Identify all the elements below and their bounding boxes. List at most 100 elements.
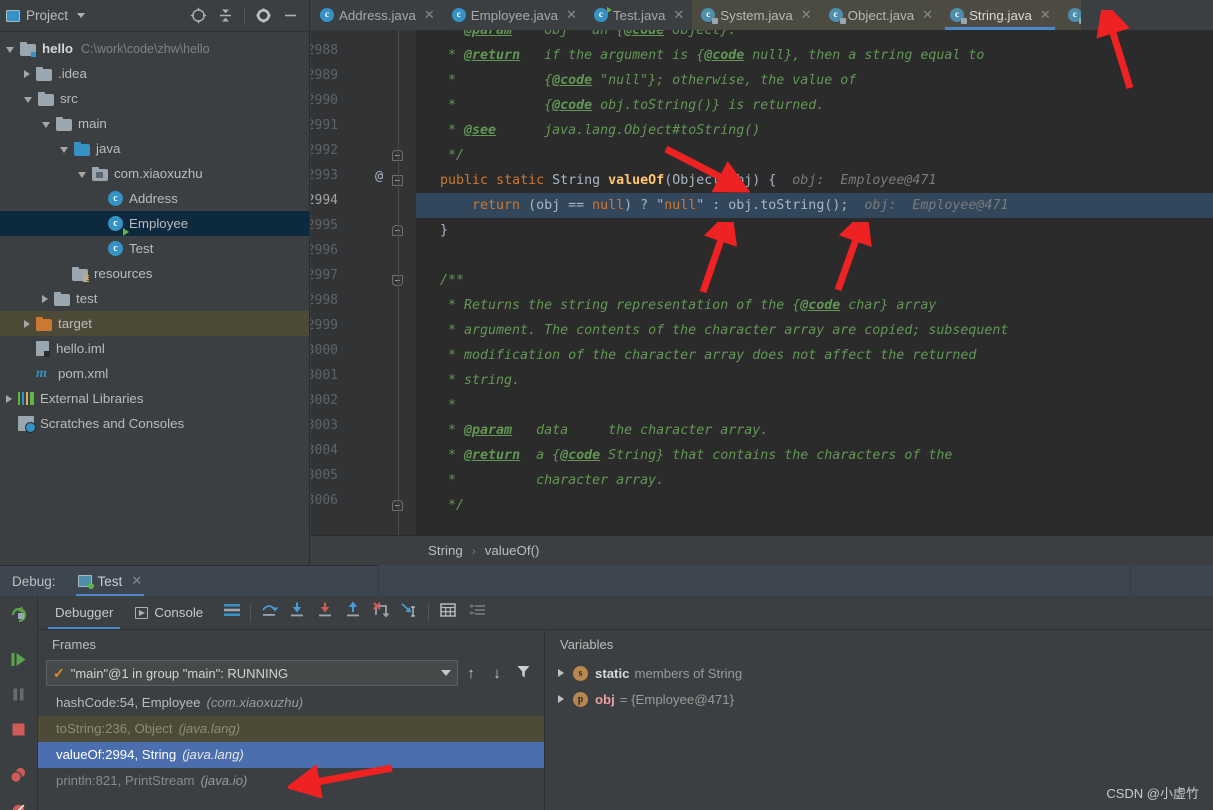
code-line[interactable]: * @return a {@code String} that contains… [416,443,1213,468]
code-line[interactable]: */ [416,143,1213,168]
editor-code-area[interactable]: * @param obj an {@code Object}. * @retur… [416,30,1213,535]
rerun-icon[interactable] [9,604,28,628]
tab-console[interactable]: ▶ Console [124,596,214,629]
editor-tab-bar[interactable]: c Address.java ✕ c Employee.java ✕ c Test.java ✕… [311,0,1213,30]
chevron-right-icon[interactable] [558,695,564,703]
breadcrumb-method[interactable]: valueOf() [485,543,540,558]
code-line[interactable]: /** [416,268,1213,293]
variable-row[interactable]: p obj = {Employee@471} [546,686,1213,712]
collapse-all-icon[interactable] [217,7,234,24]
thread-combo[interactable]: ✓ "main"@1 in group "main": RUNNING [46,660,458,686]
frames-list[interactable]: hashCode:54, Employee (com.xiaoxuzhu) toSt… [38,690,544,794]
editor-tab-string-java[interactable]: c String.java ✕ [941,0,1059,30]
settings-gear-icon[interactable] [255,7,272,24]
code-line[interactable]: * [416,393,1213,418]
chevron-right-icon[interactable] [6,394,12,403]
editor-tab-employee-java[interactable]: c Employee.java ✕ [443,0,585,30]
close-icon[interactable]: ✕ [922,7,933,23]
tree-item-test[interactable]: test [0,286,309,311]
project-title-button[interactable]: Project [6,8,86,23]
filter-icon[interactable] [510,664,536,683]
chevron-right-icon[interactable] [42,294,48,303]
frame-list-item[interactable]: toString:236, Object (java.lang) [38,716,544,742]
frame-down-icon[interactable]: ↓ [484,665,510,682]
code-line[interactable]: } [416,218,1213,243]
code-line[interactable]: * @return if the argument is {@code null… [416,43,1213,68]
step-out-icon[interactable] [343,601,363,624]
editor-tab-test-java[interactable]: c Test.java ✕ [585,0,692,30]
close-icon[interactable]: ✕ [424,7,435,23]
close-icon[interactable]: ✕ [1040,7,1051,23]
variables-list[interactable]: s static members of String p obj = {Employee@… [546,660,1213,712]
code-fold-marker[interactable] [392,175,403,186]
close-icon[interactable]: ✕ [131,573,142,589]
code-fold-marker[interactable] [392,150,403,161]
code-line[interactable]: * @param obj an {@code Object}. [416,30,1213,43]
tree-item-scratches-and-consoles[interactable]: Scratches and Consoles [0,411,309,436]
chevron-down-icon[interactable] [24,97,32,103]
tree-item-com-xiaoxuzhu[interactable]: com.xiaoxuzhu [0,161,309,186]
tree-item-test[interactable]: c Test [0,228,309,261]
tree-item-java[interactable]: java [0,136,309,161]
breadcrumb[interactable]: String › valueOf() [311,535,1213,565]
frame-list-item[interactable]: valueOf:2994, String (java.lang) [38,742,544,768]
code-line[interactable]: */ [416,493,1213,518]
code-fold-marker[interactable] [392,500,403,511]
drop-frame-icon[interactable] [371,601,391,624]
tree-item-address[interactable]: c Address [0,186,309,211]
chevron-down-icon[interactable] [60,147,68,153]
code-line[interactable]: * modification of the character array do… [416,343,1213,368]
code-editor[interactable]: 2987 2988 2989 2990 2991 2992 2993 @2994 2995 299… [311,30,1213,535]
tab-debugger[interactable]: Debugger [44,596,124,629]
stop-icon[interactable] [9,720,28,744]
thread-selector-row[interactable]: ✓ "main"@1 in group "main": RUNNING ↑ ↓ [38,660,544,686]
code-line[interactable]: public static String valueOf(Object obj)… [416,168,1213,193]
layout-settings-icon[interactable] [222,601,242,624]
chevron-down-icon[interactable] [42,122,50,128]
editor-gutter[interactable]: 2987 2988 2989 2990 2991 2992 2993 @2994 2995 299… [311,30,416,535]
editor-tab-address-java[interactable]: c Address.java ✕ [311,0,443,30]
mute-breakpoints-toolbar-icon[interactable] [468,601,488,624]
editor-tab-overflow[interactable]: c [1058,0,1081,30]
chevron-down-icon[interactable] [77,13,86,18]
tree-item-resources[interactable]: resources [0,261,309,286]
tree-item-hello[interactable]: hello C:\work\code\zhw\hello [0,36,309,61]
tree-item-main[interactable]: main [0,111,309,136]
code-line[interactable]: * argument. The contents of the characte… [416,318,1213,343]
pause-program-icon[interactable] [9,685,28,709]
chevron-down-icon[interactable] [6,47,14,53]
close-icon[interactable]: ✕ [566,7,577,23]
step-into-icon[interactable] [287,601,307,624]
mute-breakpoints-icon[interactable] [9,801,28,810]
editor-tab-object-java[interactable]: c Object.java ✕ [819,0,942,30]
tree-item-employee[interactable]: c Employee [0,211,309,236]
code-line[interactable]: * string. [416,368,1213,393]
force-step-into-icon[interactable] [315,601,335,624]
tree-item--idea[interactable]: .idea [0,61,309,86]
code-line[interactable]: * @param data the character array. [416,418,1213,443]
chevron-down-icon[interactable] [441,670,451,676]
tree-item-hello-iml[interactable]: hello.iml [0,336,309,361]
step-over-icon[interactable] [259,601,279,624]
code-fold-marker[interactable] [392,225,403,236]
annotation-gutter-marker[interactable]: @ [375,168,383,184]
run-to-cursor-icon[interactable] [399,601,419,624]
chevron-down-icon[interactable] [78,172,86,178]
debugger-toolbar[interactable]: Debugger ▶ Console [38,596,1213,630]
frame-up-icon[interactable]: ↑ [458,665,484,682]
debug-run-toolbar[interactable] [0,596,38,810]
frame-list-item[interactable]: hashCode:54, Employee (com.xiaoxuzhu) [38,690,544,716]
tree-item-pom-xml[interactable]: m pom.xml [0,361,309,386]
frame-list-item[interactable]: println:821, PrintStream (java.io) [38,768,544,794]
code-line[interactable]: * {@code obj.toString()} is returned. [416,93,1213,118]
resume-program-icon[interactable] [9,650,28,674]
debug-session-tab[interactable]: Test ✕ [68,566,153,597]
variable-row[interactable]: s static members of String [546,660,1213,686]
code-line[interactable] [416,243,1213,268]
close-icon[interactable]: ✕ [673,7,684,23]
chevron-right-icon[interactable] [24,319,30,328]
code-fold-marker[interactable] [392,275,403,286]
close-icon[interactable]: ✕ [801,7,812,23]
tree-item-external-libraries[interactable]: External Libraries [0,386,309,411]
tree-item-src[interactable]: src [0,86,309,111]
